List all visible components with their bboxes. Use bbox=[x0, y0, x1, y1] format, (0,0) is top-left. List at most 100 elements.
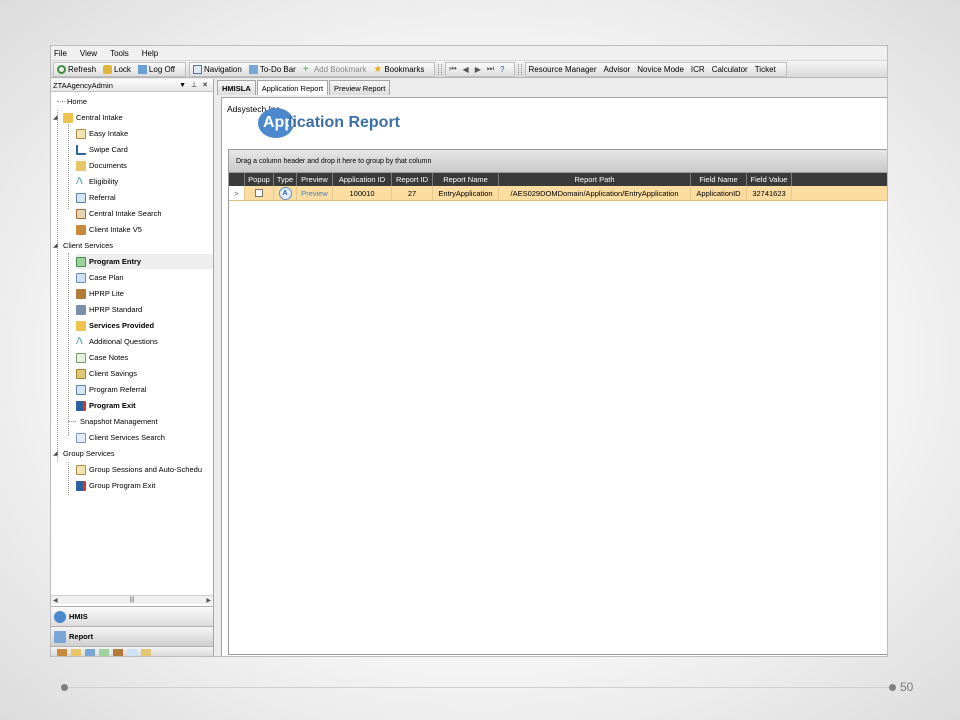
agency-name: ZTAAgencyAdmin bbox=[53, 80, 113, 90]
tree-item-program-exit[interactable]: Program Exit bbox=[76, 398, 136, 413]
lock-button[interactable]: Lock bbox=[103, 64, 131, 74]
shortcut-icon[interactable] bbox=[57, 649, 67, 656]
tree-item-client-services-search[interactable]: Client Services Search bbox=[76, 430, 165, 445]
tree-item-additional-questions[interactable]: Λ Additional Questions bbox=[76, 334, 158, 349]
column-report-name[interactable]: Report Name bbox=[433, 173, 499, 186]
add-bookmark-button[interactable]: + Add Bookmark bbox=[303, 64, 366, 74]
next-record-icon[interactable]: ▶ bbox=[475, 65, 481, 74]
todo-bar-button[interactable]: To-Do Bar bbox=[248, 64, 296, 74]
table-row[interactable]: > A Preview 100010 27 EntryApplication /… bbox=[229, 186, 887, 201]
column-report-id[interactable]: Report ID bbox=[392, 173, 433, 186]
resource-manager-button[interactable]: Resource Manager bbox=[529, 65, 597, 74]
tree-item-group-sessions[interactable]: Group Sessions and Auto-Schedu bbox=[76, 462, 202, 477]
shortcut-icon[interactable] bbox=[85, 649, 95, 656]
tree-item-central-intake-search[interactable]: Central Intake Search bbox=[76, 206, 162, 221]
column-preview[interactable]: Preview bbox=[297, 173, 333, 186]
last-record-icon[interactable]: ⏭ bbox=[487, 64, 494, 74]
tree-item-client-services[interactable]: ◢ Client Services bbox=[53, 238, 113, 253]
group-by-panel[interactable]: Drag a column header and drop it here to… bbox=[229, 150, 887, 173]
shortcut-icon[interactable] bbox=[99, 649, 109, 656]
module-switcher: HMIS Report bbox=[51, 606, 213, 656]
tree-item-home[interactable]: Home bbox=[57, 94, 87, 109]
menu-view[interactable]: View bbox=[80, 49, 97, 58]
advisor-button[interactable]: Advisor bbox=[604, 65, 631, 74]
collapse-icon[interactable]: ◢ bbox=[53, 114, 60, 121]
tree-line bbox=[68, 253, 69, 435]
navigation-tree: Home ◢ Central Intake Easy Intake Swipe … bbox=[51, 92, 213, 595]
menu-file[interactable]: File bbox=[54, 49, 67, 58]
hprp-lite-icon bbox=[76, 288, 86, 299]
collapse-icon[interactable]: ◢ bbox=[53, 242, 60, 249]
column-report-path[interactable]: Report Path bbox=[499, 173, 691, 186]
bookmarks-button[interactable]: ★ Bookmarks bbox=[373, 64, 424, 74]
menu-help[interactable]: Help bbox=[142, 49, 158, 58]
novice-mode-button[interactable]: Novice Mode bbox=[637, 65, 684, 74]
folder-icon bbox=[63, 112, 73, 123]
preview-link[interactable]: Preview bbox=[297, 186, 333, 200]
tree-item-referral[interactable]: Referral bbox=[76, 190, 116, 205]
tree-item-client-savings[interactable]: Client Savings bbox=[76, 366, 137, 381]
popup-checkbox[interactable] bbox=[255, 189, 263, 197]
close-icon[interactable]: ✕ bbox=[202, 81, 208, 89]
tab-hmisla[interactable]: HMISLA bbox=[217, 80, 256, 95]
page-number: 50 bbox=[900, 680, 914, 694]
column-field-value[interactable]: Field Value bbox=[747, 173, 792, 186]
tree-item-case-plan[interactable]: Case Plan bbox=[76, 270, 124, 285]
agency-selector[interactable]: ZTAAgencyAdmin ▼ ⊥ ✕ bbox=[51, 79, 213, 92]
tree-item-program-entry[interactable]: Program Entry bbox=[76, 254, 213, 269]
report-content: Adsystech Inc App lication Report Drag a… bbox=[221, 97, 887, 656]
tree-item-group-services[interactable]: ◢ Group Services bbox=[53, 446, 115, 461]
navigation-button[interactable]: Navigation bbox=[193, 64, 242, 74]
report-grid: Drag a column header and drop it here to… bbox=[228, 149, 887, 655]
module-report[interactable]: Report bbox=[51, 626, 213, 646]
shortcut-icon[interactable] bbox=[71, 649, 81, 656]
tree-item-eligibility[interactable]: Λ Eligibility bbox=[76, 174, 118, 189]
tree-item-group-program-exit[interactable]: Group Program Exit bbox=[76, 478, 155, 493]
toolbar-group-tools: Resource Manager Advisor Novice Mode ICR… bbox=[524, 61, 787, 77]
chevron-down-icon[interactable]: ▼ bbox=[179, 82, 186, 89]
tree-item-hprp-standard[interactable]: HPRP Standard bbox=[76, 302, 142, 317]
column-type[interactable]: Type bbox=[274, 173, 297, 186]
first-record-icon[interactable]: ⏮ bbox=[449, 64, 456, 74]
tab-preview-report[interactable]: Preview Report bbox=[329, 80, 391, 95]
tree-item-central-intake[interactable]: ◢ Central Intake bbox=[53, 110, 123, 125]
shortcut-icon[interactable] bbox=[141, 649, 151, 656]
tree-item-client-intake-v5[interactable]: Client Intake V5 bbox=[76, 222, 142, 237]
eligibility-icon: Λ bbox=[76, 175, 83, 187]
swipe-card-icon bbox=[76, 144, 86, 155]
icr-button[interactable]: ICR bbox=[691, 65, 705, 74]
tree-item-snapshot-management[interactable]: Snapshot Management bbox=[68, 414, 158, 429]
scroll-right-icon[interactable]: ▶ bbox=[206, 597, 211, 604]
help-icon[interactable]: ? bbox=[500, 65, 504, 74]
calculator-button[interactable]: Calculator bbox=[712, 65, 748, 74]
toolbar: Refresh Lock Log Off Navigation To-Do Ba… bbox=[51, 61, 887, 78]
case-notes-icon bbox=[76, 352, 86, 363]
slide-dot-right bbox=[889, 684, 896, 691]
tree-item-documents[interactable]: Documents bbox=[76, 158, 127, 173]
shortcut-icon[interactable] bbox=[113, 649, 123, 656]
tab-application-report[interactable]: Application Report bbox=[256, 80, 329, 95]
pin-icon[interactable]: ⊥ bbox=[191, 81, 197, 89]
tree-item-hprp-lite[interactable]: HPRP Lite bbox=[76, 286, 124, 301]
collapse-icon[interactable]: ◢ bbox=[53, 450, 60, 457]
tree-horizontal-scrollbar[interactable]: ◀ ||| ▶ bbox=[51, 595, 213, 604]
column-application-id[interactable]: Application ID bbox=[333, 173, 392, 186]
ticket-button[interactable]: Ticket bbox=[755, 65, 776, 74]
menu-tools[interactable]: Tools bbox=[110, 49, 129, 58]
column-popup[interactable]: Popup bbox=[245, 173, 274, 186]
tree-item-swipe-card[interactable]: Swipe Card bbox=[76, 142, 128, 157]
row-expander[interactable]: > bbox=[229, 186, 245, 200]
prev-record-icon[interactable]: ◀ bbox=[463, 65, 469, 74]
tree-item-services-provided[interactable]: Services Provided bbox=[76, 318, 154, 333]
module-hmis[interactable]: HMIS bbox=[51, 606, 213, 626]
shortcut-icon[interactable] bbox=[127, 649, 137, 656]
scroll-left-icon[interactable]: ◀ bbox=[53, 597, 58, 604]
column-field-name[interactable]: Field Name bbox=[691, 173, 747, 186]
refresh-button[interactable]: Refresh bbox=[57, 64, 96, 74]
tree-item-case-notes[interactable]: Case Notes bbox=[76, 350, 128, 365]
todo-icon bbox=[248, 64, 258, 74]
logoff-button[interactable]: Log Off bbox=[137, 64, 175, 74]
tree-item-easy-intake[interactable]: Easy Intake bbox=[76, 126, 128, 141]
scroll-thumb-icon[interactable]: ||| bbox=[130, 597, 135, 603]
tree-item-program-referral[interactable]: Program Referral bbox=[76, 382, 147, 397]
